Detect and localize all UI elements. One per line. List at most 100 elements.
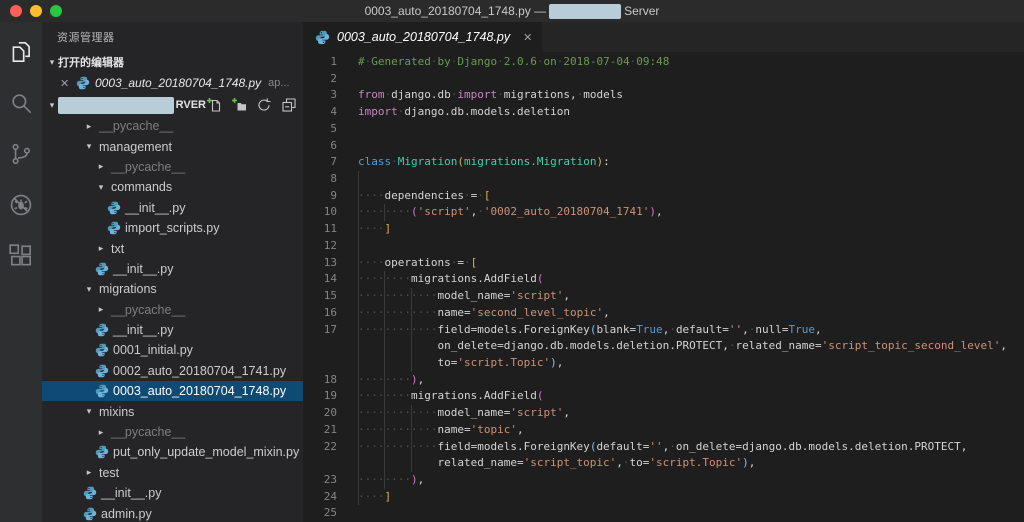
code-line[interactable]: 10········('script',·'0002_auto_20180704… (303, 204, 1024, 222)
code-line[interactable]: 22 ············field=models.ForeignKey(de… (303, 438, 1024, 456)
space-dot: · (391, 155, 398, 169)
code-line[interactable]: 25 (303, 505, 1024, 522)
tree-item-label: 0002_auto_20180704_1741.py (113, 363, 287, 378)
code-line[interactable]: 16 ············name='second_level_topic', (303, 304, 1024, 322)
code-line[interactable]: 23 ········), (303, 471, 1024, 489)
refresh-icon[interactable] (256, 97, 272, 113)
code-line[interactable]: 7 class·Migration(migrations.Migration): (303, 154, 1024, 171)
code-line[interactable]: 20 ············model_name='script', (303, 405, 1024, 422)
close-window-button[interactable] (10, 5, 22, 17)
code-line[interactable]: 21 ············name='topic', (303, 421, 1024, 439)
source-control-icon[interactable] (7, 140, 35, 168)
tab-active[interactable]: 0003_auto_20180704_1748.py ✕ (303, 22, 543, 52)
code-token: 'script_topic' (523, 456, 617, 470)
indent-guide (384, 271, 386, 289)
tree-file-__init__.py[interactable]: __init__.py (42, 259, 303, 279)
debug-icon[interactable] (7, 191, 35, 219)
extensions-icon[interactable] (7, 242, 35, 270)
code-line[interactable]: 18 ········), (303, 371, 1024, 389)
code-text: ············name='second_level_topic', (358, 305, 610, 322)
code-line[interactable]: 12 (303, 237, 1024, 255)
code-line[interactable]: 1 #·Generated·by·Django·2.0.6·on·2018-07-… (303, 54, 1024, 71)
open-editors-label: 打开的编辑器 (58, 57, 124, 69)
code-line[interactable]: to='script.Topic'), (303, 354, 1024, 372)
code-line[interactable]: 2 (303, 71, 1024, 88)
tree-file-admin.py[interactable]: admin.py (42, 503, 303, 522)
indent-guide (410, 438, 412, 456)
tree-folder-__pycache__[interactable]: ▸ __pycache__ (42, 300, 303, 320)
space-dot: · (497, 55, 504, 68)
code-line[interactable]: 24 ····] (303, 488, 1024, 506)
code-line[interactable]: 15 ············model_name='script', (303, 288, 1024, 305)
tree-file-put_only_update_model_mixin.py[interactable]: put_only_update_model_mixin.py (42, 442, 303, 462)
minimize-window-button[interactable] (30, 5, 42, 17)
code-line[interactable]: on_delete=django.db.models.deletion.PROT… (303, 338, 1024, 355)
search-icon[interactable] (7, 89, 35, 117)
tree-file-import_scripts.py[interactable]: import_scripts.py (42, 218, 303, 238)
explorer-sidebar: 资源管理器 ▾ 打开的编辑器 ✕ 0003_auto_20180704_1748… (42, 22, 303, 522)
code-token: '' (649, 439, 663, 453)
tree-file-0002_auto_20180704_1741.py[interactable]: 0002_auto_20180704_1741.py (42, 361, 303, 381)
code-line[interactable]: 5 (303, 121, 1024, 138)
tree-folder-commands[interactable]: ▾ commands (42, 177, 303, 197)
open-editors-header[interactable]: ▾ 打开的编辑器 (42, 52, 303, 72)
tree-item-label: management (99, 139, 172, 154)
code-line[interactable]: 6 (303, 138, 1024, 155)
code-token: 'second_level_topic' (470, 305, 604, 319)
code-line[interactable]: 11 ····] (303, 221, 1024, 238)
code-line[interactable]: 13 ····operations·=·[ (303, 254, 1024, 272)
tree-folder-__pycache__[interactable]: ▸ __pycache__ (42, 157, 303, 177)
code-text: class·Migration(migrations.Migration): (358, 154, 610, 171)
code-line[interactable]: 9 ····dependencies·=·[ (303, 187, 1024, 205)
code-line[interactable]: 3 from·django.db·import·migrations,·model… (303, 87, 1024, 104)
open-editor-item[interactable]: ✕ 0003_auto_20180704_1748.py ap... (42, 72, 303, 94)
tree-folder-test[interactable]: ▸ test (42, 463, 303, 483)
line-number: 20 (323, 406, 337, 420)
line-number: 15 (323, 289, 337, 303)
tree-folder-txt[interactable]: ▸ txt (42, 238, 303, 258)
python-file-icon (107, 201, 121, 214)
code-token: '' (728, 322, 743, 336)
indent-guide (358, 455, 359, 472)
tree-file-__init__.py[interactable]: __init__.py (42, 483, 303, 503)
close-editor-icon[interactable]: ✕ (60, 77, 76, 90)
tree-file-__init__.py[interactable]: __init__.py (42, 320, 303, 340)
code-line[interactable]: 14 ········migrations.AddField( (303, 271, 1024, 289)
code-token: ) (742, 456, 749, 470)
code-token: blank= (596, 322, 637, 336)
tree-folder-migrations[interactable]: ▾ migrations (42, 279, 303, 299)
explorer-icon[interactable] (7, 38, 35, 66)
tree-file-0001_initial.py[interactable]: 0001_initial.py (42, 340, 303, 360)
line-number: 24 (323, 489, 337, 503)
tab-bar: 0003_auto_20180704_1748.py ✕ (303, 22, 1024, 52)
tree-file-__init__.py[interactable]: __init__.py (42, 198, 303, 218)
tree-folder-__pycache__[interactable]: ▸ __pycache__ (42, 422, 303, 442)
zoom-window-button[interactable] (50, 5, 62, 17)
code-area[interactable]: 1 #·Generated·by·Django·2.0.6·on·2018-07-… (303, 52, 1024, 522)
code-line[interactable]: 4 import·django.db.models.deletion (303, 104, 1024, 121)
code-token: ( (536, 272, 544, 286)
code-token: Django (457, 55, 498, 68)
tree-folder-management[interactable]: ▾ management (42, 136, 303, 156)
code-line[interactable]: related_name='script_topic',·to='script.… (303, 455, 1024, 472)
new-folder-icon[interactable] (231, 97, 247, 113)
code-text: ············field=models.ForeignKey(defa… (358, 439, 967, 456)
workspace-section-header[interactable]: ▾ RVER (42, 94, 303, 116)
close-tab-icon[interactable]: ✕ (523, 31, 532, 44)
collapse-all-icon[interactable] (281, 97, 297, 113)
new-file-icon[interactable] (206, 97, 222, 113)
code-text: ····dependencies·=·[ (358, 188, 490, 205)
code-line[interactable]: 17 ············field=models.ForeignKey(bl… (303, 321, 1024, 339)
space-dot: · (463, 255, 471, 269)
code-token: on_delete=django.db.models.deletion.PROT… (437, 339, 729, 353)
code-token: migrations.AddField (410, 389, 537, 403)
indent-guide (410, 321, 412, 339)
code-token: '0002_auto_20180704_1741' (483, 205, 650, 219)
tree-file-0003_auto_20180704_1748.py[interactable]: 0003_auto_20180704_1748.py (42, 381, 303, 402)
tree-folder-__pycache__[interactable]: ▸ __pycache__ (42, 116, 303, 136)
tree-folder-mixins[interactable]: ▾ mixins (42, 401, 303, 421)
code-line[interactable]: 8 (303, 171, 1024, 188)
chevron-right-icon: ▸ (98, 426, 104, 437)
code-line[interactable]: 19 ········migrations.AddField( (303, 388, 1024, 406)
